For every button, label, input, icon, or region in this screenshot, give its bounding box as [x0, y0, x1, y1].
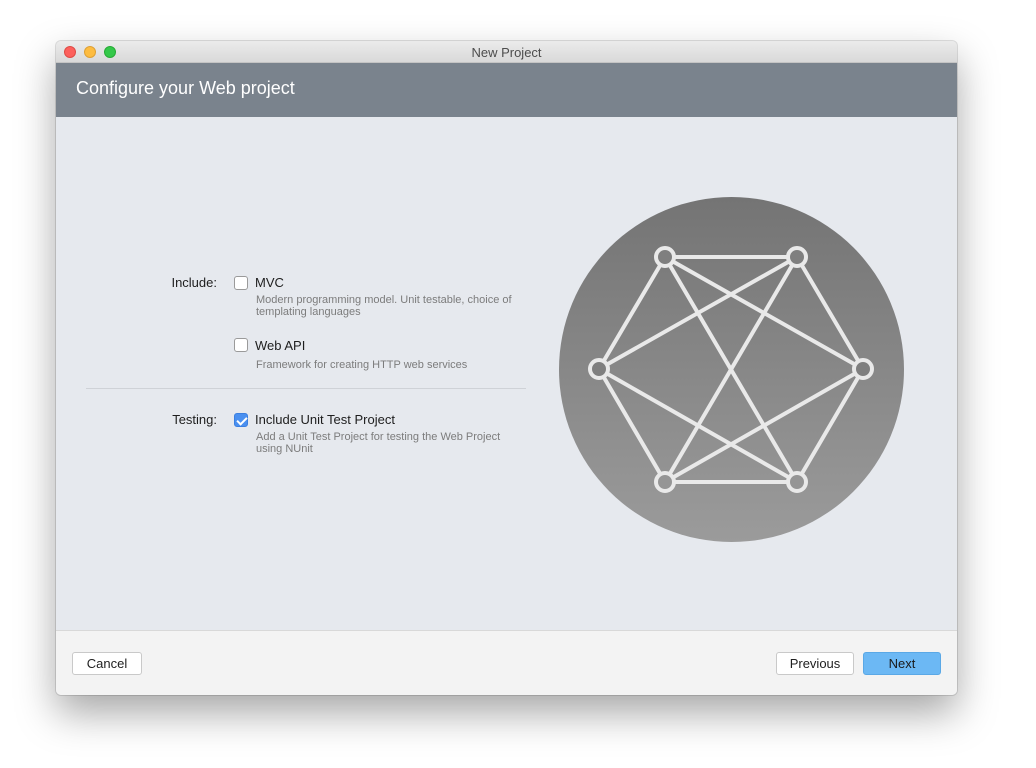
window-title: New Project — [471, 45, 542, 60]
web-api-label[interactable]: Web API — [255, 338, 305, 353]
dialog-content: Include: MVC Modern programming model. U… — [56, 117, 957, 630]
next-button[interactable]: Next — [863, 652, 941, 675]
unit-test-checkbox[interactable] — [234, 413, 248, 427]
network-graph-icon — [559, 197, 904, 542]
new-project-window: New Project Configure your Web project I… — [56, 41, 957, 695]
previous-button[interactable]: Previous — [776, 652, 854, 675]
page-title: Configure your Web project — [76, 78, 295, 98]
web-api-description: Framework for creating HTTP web services — [256, 359, 468, 371]
unit-test-label[interactable]: Include Unit Test Project — [255, 412, 395, 427]
web-api-checkbox[interactable] — [234, 338, 248, 352]
include-label: Include: — [171, 275, 217, 290]
title-bar: New Project — [56, 41, 957, 63]
dialog-header: Configure your Web project — [56, 63, 957, 117]
mvc-checkbox[interactable] — [234, 276, 248, 290]
cancel-button[interactable]: Cancel — [72, 652, 142, 675]
mvc-description: Modern programming model. Unit testable,… — [256, 294, 512, 318]
section-divider — [86, 388, 526, 389]
unit-test-description: Add a Unit Test Project for testing the … — [256, 431, 501, 455]
dialog-footer: Cancel Previous Next — [56, 630, 957, 695]
testing-label: Testing: — [172, 412, 217, 427]
mvc-label[interactable]: MVC — [255, 275, 284, 290]
